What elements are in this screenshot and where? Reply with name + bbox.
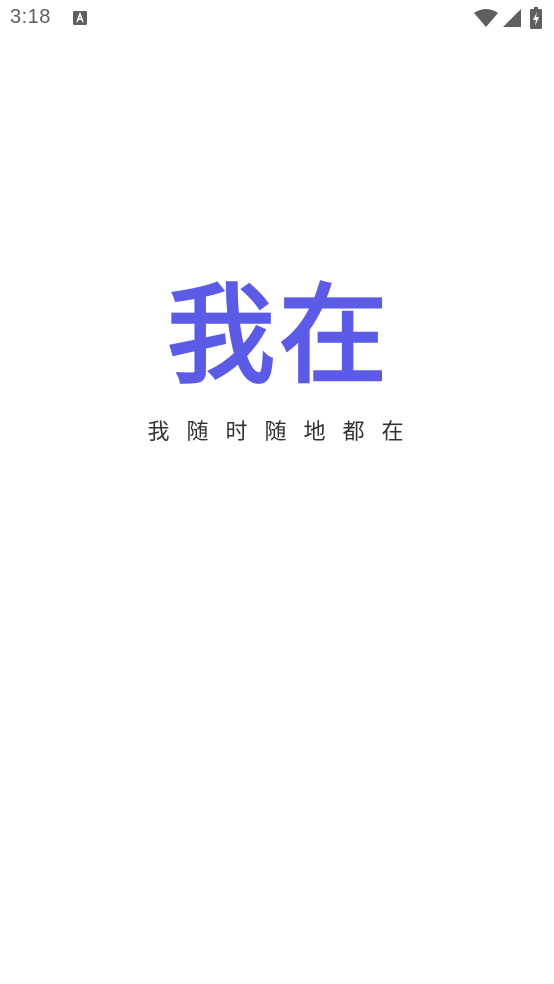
splash-content: 我在 我随时随地都在 xyxy=(0,272,554,446)
cell-signal-icon xyxy=(502,8,522,28)
status-time: 3:18 xyxy=(10,6,51,28)
text-a-icon xyxy=(72,10,88,26)
battery-charging-icon xyxy=(530,7,542,29)
app-slogan: 我随时随地都在 xyxy=(147,420,421,445)
status-bar: 3:18 xyxy=(0,0,554,38)
splash-screen: 3:18 我在 我随时随地都在 xyxy=(0,0,554,984)
wifi-icon xyxy=(473,8,499,28)
app-logo: 我在 xyxy=(166,274,391,399)
